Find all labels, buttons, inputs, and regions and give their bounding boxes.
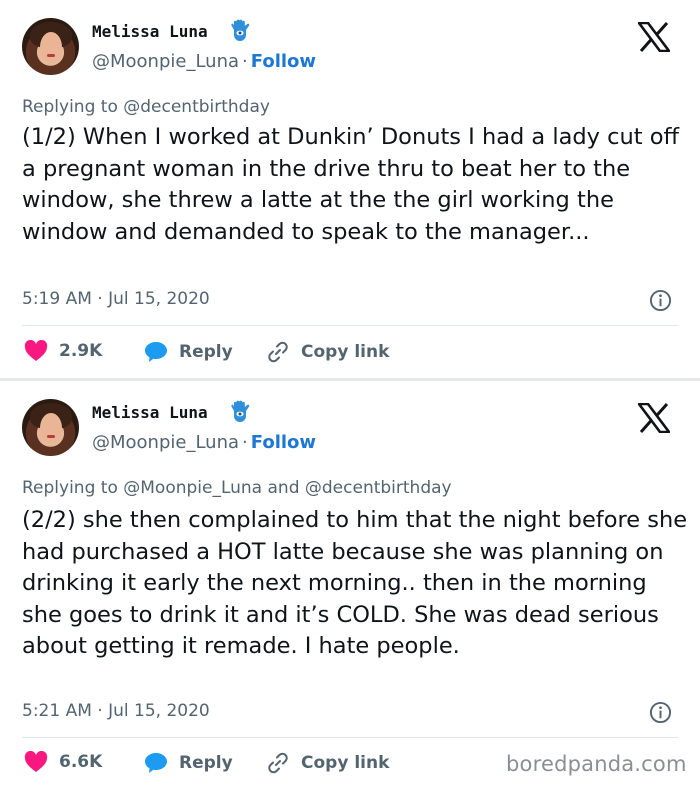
author-handle: @Moonpie_Luna · Follow [92,432,316,453]
follow-button[interactable]: Follow [251,432,316,453]
speech-bubble-icon [145,753,167,773]
like-count: 6.6K [59,752,103,772]
hamsa-emoji-icon [231,19,250,41]
replying-to[interactable]: Replying to @decentbirthday [22,97,270,117]
heart-icon [24,340,48,361]
like-button[interactable]: 2.9K [24,340,102,362]
link-icon [268,341,288,363]
separator-dot: · [242,51,248,72]
tweet-text: (1/2) When I worked at Dunkin’ Donuts I … [22,124,680,245]
tweet-card-1: Melissa Luna @Moonpie_Luna · Follow Replyi… [0,0,700,378]
divider [22,325,678,326]
author-name[interactable]: Melissa Luna [92,22,208,41]
copy-link-label: Copy link [301,342,390,362]
follow-button[interactable]: Follow [251,51,316,72]
x-logo-icon[interactable] [638,22,670,52]
author-handle: @Moonpie_Luna · Follow [92,51,316,72]
reply-label: Reply [179,342,233,362]
info-icon[interactable] [649,289,672,312]
reply-button[interactable]: Reply [144,340,233,364]
author-name[interactable]: Melissa Luna [92,403,208,422]
replying-to[interactable]: Replying to @Moonpie_Luna and @decentbir… [22,478,452,498]
speech-bubble-icon [145,342,167,362]
tweet-timestamp[interactable]: 5:21 AM · Jul 15, 2020 [22,701,210,721]
handle-text[interactable]: @Moonpie_Luna [92,432,239,453]
separator-dot: · [242,432,248,453]
watermark-text: boredpanda.com [506,752,687,776]
x-logo-icon[interactable] [638,403,670,433]
heart-icon [24,751,48,772]
info-icon[interactable] [649,701,672,724]
divider [22,737,678,738]
avatar[interactable] [22,399,79,456]
hamsa-emoji-icon [231,400,250,422]
like-button[interactable]: 6.6K [24,751,102,773]
copy-link-button[interactable]: Copy link [266,340,389,364]
avatar[interactable] [22,18,79,75]
like-count: 2.9K [59,341,103,361]
copy-link-label: Copy link [301,753,390,773]
tweet-timestamp[interactable]: 5:19 AM · Jul 15, 2020 [22,289,210,309]
reply-button[interactable]: Reply [144,751,233,775]
reply-label: Reply [179,753,233,773]
handle-text[interactable]: @Moonpie_Luna [92,51,239,72]
link-icon [268,752,288,774]
tweet-text: (2/2) she then complained to him that th… [22,507,688,659]
tweet-card-2: Melissa Luna @Moonpie_Luna · Follow Replyi… [0,381,700,790]
copy-link-button[interactable]: Copy link [266,751,389,775]
